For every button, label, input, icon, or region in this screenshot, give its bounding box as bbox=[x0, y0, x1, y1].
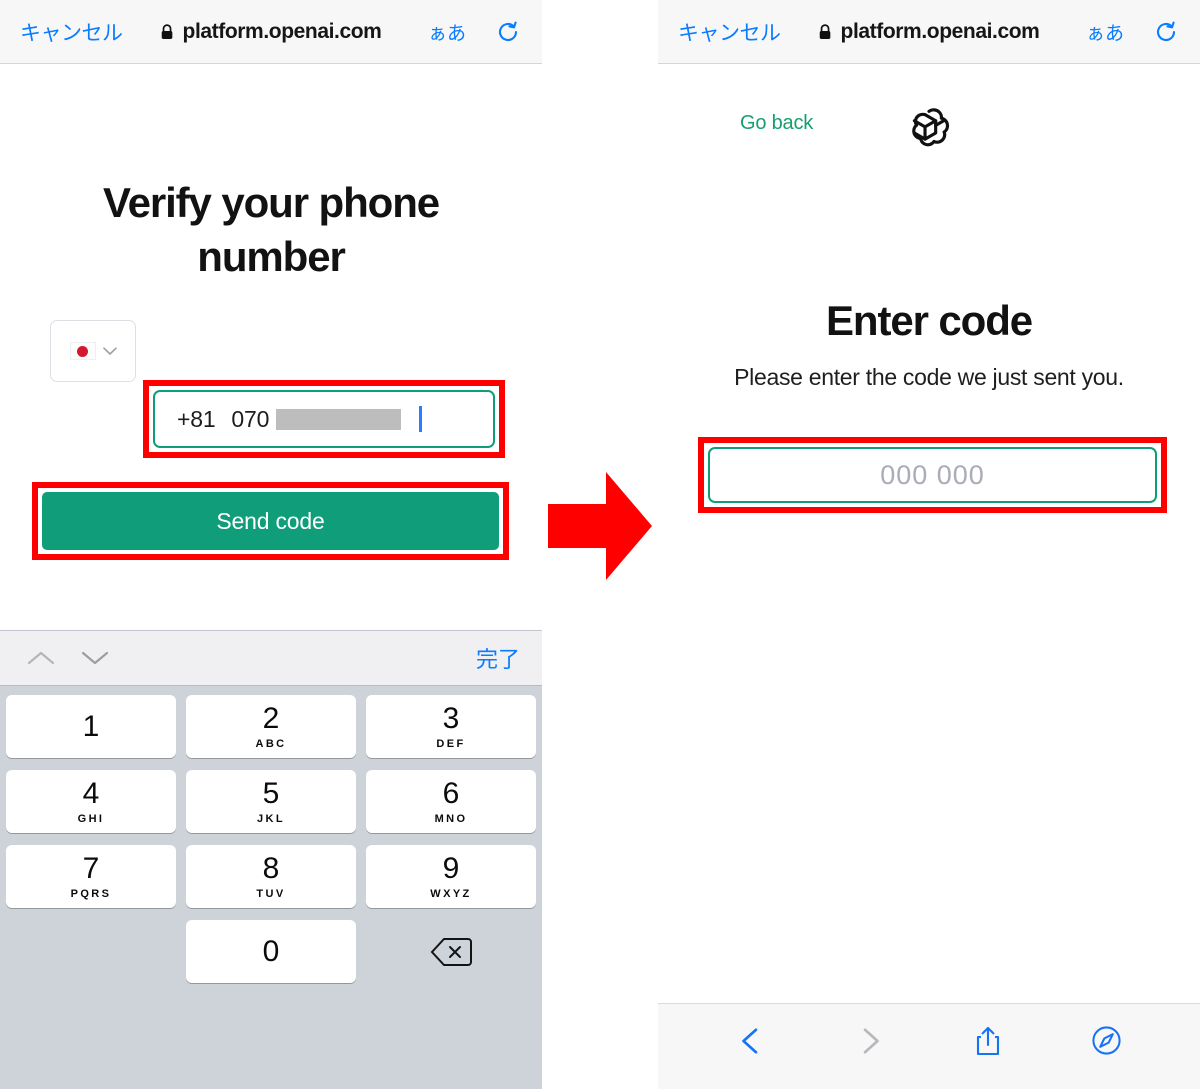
page-subtitle: Please enter the code we just sent you. bbox=[734, 364, 1124, 390]
send-code-button[interactable]: Send code bbox=[42, 492, 499, 550]
key-5[interactable]: 5 JKL bbox=[186, 770, 356, 833]
key-digit: 1 bbox=[82, 709, 100, 743]
key-digit: 3 bbox=[442, 701, 460, 735]
enter-code-page: Go back Enter code Please enter the code… bbox=[658, 64, 1200, 1089]
address-bar[interactable]: platform.openai.com bbox=[161, 20, 382, 44]
country-code-text: +81 bbox=[177, 405, 216, 432]
chevron-up-icon[interactable] bbox=[26, 649, 56, 667]
key-4[interactable]: 4 GHI bbox=[6, 770, 176, 833]
text-cursor bbox=[419, 406, 423, 432]
right-arrow-icon bbox=[548, 472, 652, 580]
keypad-grid: 1 2 ABC 3 DEF 4 GHI 5 JKL 6 MNO 7 PQRS 8… bbox=[0, 686, 542, 983]
redaction-bar bbox=[276, 408, 402, 430]
key-digit: 9 bbox=[442, 851, 460, 885]
key-9[interactable]: 9 WXYZ bbox=[366, 845, 536, 908]
browser-back-button[interactable] bbox=[734, 1024, 768, 1058]
share-button[interactable] bbox=[971, 1024, 1005, 1058]
phone-prefix-text: 070 bbox=[231, 405, 270, 432]
chevron-down-icon bbox=[102, 346, 117, 355]
key-3[interactable]: 3 DEF bbox=[366, 695, 536, 758]
safari-bottom-toolbar bbox=[658, 1003, 1200, 1089]
phone-number-input[interactable]: +81 070 bbox=[153, 390, 495, 448]
country-code-selector[interactable] bbox=[50, 320, 136, 382]
safari-top-bar-right: キャンセル platform.openai.com ぁあ bbox=[658, 0, 1200, 64]
reload-icon[interactable] bbox=[1154, 20, 1178, 44]
key-backspace[interactable] bbox=[366, 920, 536, 983]
url-text: platform.openai.com bbox=[182, 19, 382, 43]
openai-logo-icon bbox=[912, 108, 950, 147]
key-digit: 5 bbox=[262, 776, 280, 810]
key-digit: 6 bbox=[442, 776, 460, 810]
verify-phone-page: Verify your phone number +81 070 Send co… bbox=[0, 64, 542, 1089]
chevron-left-icon bbox=[742, 1027, 758, 1054]
keyboard-done-button[interactable]: 完了 bbox=[476, 642, 520, 674]
key-letters: TUV bbox=[256, 887, 286, 900]
cancel-button[interactable]: キャンセル bbox=[20, 17, 123, 47]
key-0[interactable]: 0 bbox=[186, 920, 356, 983]
key-2[interactable]: 2 ABC bbox=[186, 695, 356, 758]
url-text: platform.openai.com bbox=[840, 19, 1040, 43]
keyboard-toolbar: 完了 bbox=[0, 630, 542, 686]
code-placeholder: 000 000 bbox=[880, 459, 985, 490]
share-icon bbox=[977, 1026, 1000, 1055]
lock-icon bbox=[819, 23, 831, 39]
key-letters: WXYZ bbox=[430, 887, 472, 900]
go-back-link[interactable]: Go back bbox=[740, 112, 813, 135]
address-bar[interactable]: platform.openai.com bbox=[819, 20, 1040, 44]
key-1[interactable]: 1 bbox=[6, 695, 176, 758]
page-title: Verify your phone number bbox=[102, 179, 440, 280]
chevron-right-icon bbox=[863, 1027, 879, 1054]
key-digit: 4 bbox=[82, 776, 100, 810]
key-digit: 0 bbox=[262, 934, 280, 968]
numeric-keyboard: 完了 1 2 ABC 3 DEF 4 GHI 5 JKL 6 MNO 7 PQR… bbox=[0, 630, 542, 1089]
cancel-button[interactable]: キャンセル bbox=[678, 17, 781, 47]
verification-code-input[interactable]: 000 000 bbox=[708, 447, 1157, 503]
key-letters: GHI bbox=[77, 812, 105, 825]
reload-icon[interactable] bbox=[496, 20, 520, 44]
key-7[interactable]: 7 PQRS bbox=[6, 845, 176, 908]
phone-screen-right: キャンセル platform.openai.com ぁあ Go back Ent… bbox=[658, 0, 1200, 1089]
browser-forward-button[interactable] bbox=[853, 1024, 887, 1058]
key-spacer bbox=[6, 920, 176, 983]
jp-flag-icon bbox=[69, 342, 96, 360]
compass-icon bbox=[1092, 1026, 1121, 1055]
key-digit: 8 bbox=[262, 851, 280, 885]
key-8[interactable]: 8 TUV bbox=[186, 845, 356, 908]
key-letters: PQRS bbox=[70, 887, 112, 900]
tabs-button[interactable] bbox=[1090, 1024, 1124, 1058]
phone-screen-left: キャンセル platform.openai.com ぁあ Verify your… bbox=[0, 0, 542, 1089]
text-size-button[interactable]: ぁあ bbox=[428, 18, 466, 45]
key-6[interactable]: 6 MNO bbox=[366, 770, 536, 833]
key-letters: MNO bbox=[434, 812, 468, 825]
page-title: Enter code bbox=[825, 297, 1033, 344]
key-digit: 7 bbox=[82, 851, 100, 885]
lock-icon bbox=[161, 23, 173, 39]
key-digit: 2 bbox=[262, 701, 280, 735]
phone-entry-row bbox=[50, 320, 136, 382]
safari-top-bar-left: キャンセル platform.openai.com ぁあ bbox=[0, 0, 542, 64]
chevron-down-icon[interactable] bbox=[80, 649, 110, 667]
text-size-button[interactable]: ぁあ bbox=[1086, 18, 1124, 45]
backspace-icon bbox=[430, 937, 472, 966]
key-letters: DEF bbox=[436, 737, 466, 750]
key-letters: JKL bbox=[257, 812, 285, 825]
key-letters: ABC bbox=[255, 737, 287, 750]
